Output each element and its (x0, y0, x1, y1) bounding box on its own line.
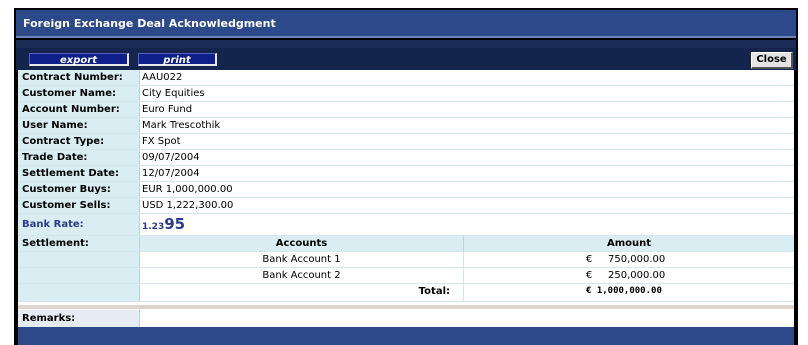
bank-rate-value: 1.2395 (142, 214, 185, 237)
field-label: Trade Date: (18, 150, 139, 165)
field-label: Customer Sells: (18, 198, 139, 213)
field-label: Settlement Date: (18, 166, 139, 181)
close-button[interactable]: Close (751, 52, 793, 69)
amount-column-header: Amount (464, 236, 794, 251)
account-cell: Bank Account 1 (140, 252, 464, 267)
amount-cell: 750,000.00 (608, 254, 666, 265)
bottom-bar (18, 327, 794, 345)
table-row: Bank Account 2 € 250,000.00 (18, 268, 794, 284)
field-label: Contract Number: (18, 70, 139, 85)
field-value: EUR 1,000,000.00 (142, 184, 233, 195)
toolbar: export print Close (16, 48, 796, 70)
section-divider (18, 305, 794, 309)
remarks-label: Remarks: (18, 310, 139, 327)
deal-acknowledgment-window: Foreign Exchange Deal Acknowledgment exp… (14, 8, 798, 345)
bank-rate-small: 1.23 (142, 222, 165, 232)
field-label: Account Number: (18, 102, 139, 117)
field-row-remarks: Remarks: (18, 310, 794, 327)
field-row-contract-number: Contract Number: AAU022 (18, 70, 794, 86)
print-button[interactable]: print (138, 53, 217, 66)
bank-rate-label: Bank Rate: (18, 214, 139, 235)
accounts-column-header: Accounts (140, 236, 464, 251)
currency-cell: € (586, 254, 593, 265)
field-label: Customer Name: (18, 86, 139, 101)
field-value: 09/07/2004 (142, 152, 200, 163)
field-row-customer-buys: Customer Buys: EUR 1,000,000.00 (18, 182, 794, 198)
field-label: User Name: (18, 118, 139, 133)
field-value: Mark Trescothik (142, 120, 221, 131)
field-value: City Equities (142, 88, 205, 99)
export-button[interactable]: export (29, 53, 129, 66)
field-row-user-name: User Name: Mark Trescothik (18, 118, 794, 134)
bank-rate-big: 95 (164, 215, 186, 233)
amount-cell: 250,000.00 (608, 270, 666, 281)
field-value: AAU022 (142, 72, 183, 83)
settlement-header-row: Settlement: Accounts Amount (18, 236, 794, 252)
field-value: FX Spot (142, 136, 181, 147)
field-row-account-number: Account Number: Euro Fund (18, 102, 794, 118)
deal-details: Contract Number: AAU022 Customer Name: C… (18, 70, 794, 327)
settlement-total-row: Total: € 1,000,000.00 (18, 284, 794, 302)
field-row-settlement-date: Settlement Date: 12/07/2004 (18, 166, 794, 182)
field-value: Euro Fund (142, 104, 193, 115)
field-row-customer-name: Customer Name: City Equities (18, 86, 794, 102)
field-label: Customer Buys: (18, 182, 139, 197)
currency-cell: € (586, 270, 593, 281)
field-row-customer-sells: Customer Sells: USD 1,222,300.00 (18, 198, 794, 214)
window-title: Foreign Exchange Deal Acknowledgment (16, 10, 796, 38)
total-label: Total: (140, 284, 464, 301)
field-value: 12/07/2004 (142, 168, 200, 179)
field-row-contract-type: Contract Type: FX Spot (18, 134, 794, 150)
account-cell: Bank Account 2 (140, 268, 464, 283)
field-value: USD 1,222,300.00 (142, 200, 234, 211)
field-label: Contract Type: (18, 134, 139, 149)
settlement-label: Settlement: (18, 236, 139, 251)
title-divider (16, 40, 796, 48)
table-row: Bank Account 1 € 750,000.00 (18, 252, 794, 268)
total-value: € 1,000,000.00 (586, 286, 662, 296)
field-row-trade-date: Trade Date: 09/07/2004 (18, 150, 794, 166)
field-row-bank-rate: Bank Rate: 1.2395 (18, 214, 794, 236)
